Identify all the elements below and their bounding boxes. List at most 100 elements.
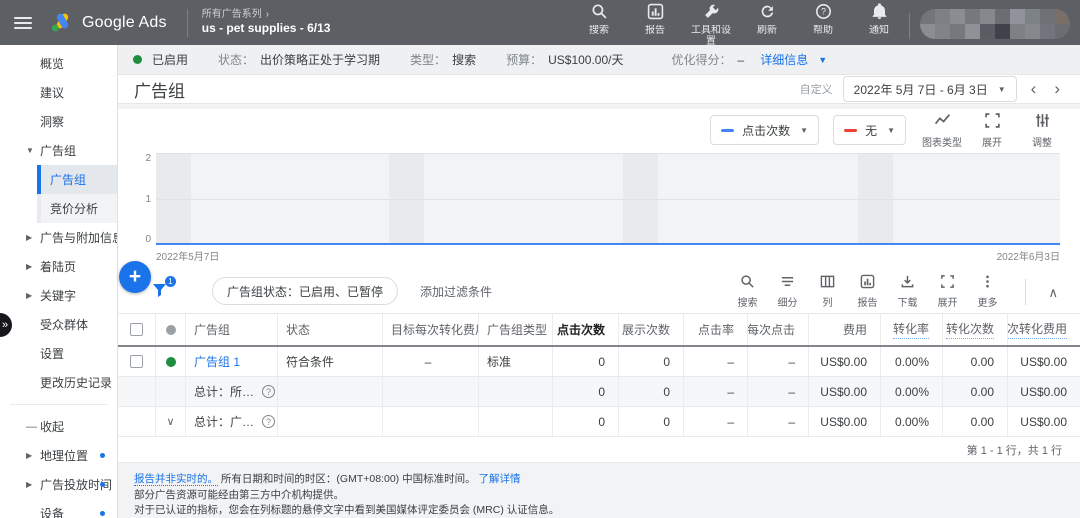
- budget-value: US$100.00/天: [548, 51, 623, 68]
- chevron-down-icon[interactable]: ∨: [166, 415, 174, 428]
- column-header-cost[interactable]: 费用: [809, 314, 881, 345]
- column-header-avg_cpc[interactable]: 平均每次点击: [748, 314, 809, 345]
- chart-tool-调整[interactable]: 调整: [1020, 112, 1064, 149]
- segment-icon: [780, 274, 795, 292]
- sidebar-item-概览[interactable]: 概览: [0, 49, 117, 78]
- breadcrumb-current-campaign[interactable]: us - pet supplies - 6/13: [202, 21, 331, 36]
- metric2-label: 无: [865, 122, 877, 139]
- chart-controls: 点击次数 ▼ 无 ▼ 图表类型展开 调整: [118, 109, 1080, 151]
- topbar-wrench-button[interactable]: 工具和设置: [687, 0, 735, 46]
- topbar-refresh-button[interactable]: 刷新: [743, 0, 791, 36]
- help-icon[interactable]: ?: [262, 415, 275, 428]
- filter-funnel-icon[interactable]: 1: [150, 280, 172, 302]
- topbar-help-button[interactable]: ?帮助: [799, 0, 847, 36]
- details-chevron-down-icon[interactable]: ▼: [818, 55, 827, 65]
- topbar-report-button[interactable]: 报告: [631, 0, 679, 36]
- date-next-button[interactable]: ›: [1050, 79, 1064, 99]
- clicks-cell: 0: [553, 377, 619, 406]
- adgroup-link[interactable]: 广告组 1: [194, 353, 240, 370]
- sidebar-item-广告投放时间[interactable]: ▶广告投放时间: [0, 470, 117, 499]
- table-tool-label: 展开: [937, 294, 957, 309]
- table-tool-下载[interactable]: 下载: [889, 274, 925, 309]
- cost_per_conv-cell: US$0.00: [1008, 377, 1080, 406]
- chart-metric1-dropdown[interactable]: 点击次数 ▼: [710, 115, 819, 145]
- sidebar-item-地理位置[interactable]: ▶地理位置: [0, 441, 117, 470]
- table-tool-列[interactable]: 列: [809, 274, 845, 309]
- account-info-redacted[interactable]: [920, 9, 1070, 39]
- chart-plot-area: [156, 153, 1060, 245]
- details-link[interactable]: 详细信息: [760, 51, 808, 68]
- topbar-bell-button[interactable]: 通知: [855, 0, 903, 36]
- sidebar-item-广告与附加信息[interactable]: ▶广告与附加信息: [0, 223, 117, 252]
- column-header-impressions[interactable]: 展示次数: [619, 314, 684, 345]
- sidebar-item-广告组[interactable]: 广告组: [37, 165, 117, 194]
- column-header-conv_rate[interactable]: 转化率: [881, 314, 943, 345]
- column-header-clicks[interactable]: ↓点击次数: [553, 314, 619, 345]
- help-icon[interactable]: ?: [262, 385, 275, 398]
- table-tool-更多[interactable]: 更多: [969, 274, 1005, 309]
- sidebar-item-设置[interactable]: 设置: [0, 339, 117, 368]
- status-filter-chip[interactable]: 广告组状态：已启用、已暂停: [212, 277, 398, 305]
- help-icon: ?: [815, 3, 832, 23]
- row-checkbox[interactable]: [130, 355, 143, 368]
- sidebar-item-着陆页[interactable]: ▶着陆页: [0, 252, 117, 281]
- column-header-target[interactable]: 目标每次转化费用: [383, 314, 479, 345]
- google-ads-logo[interactable]: Google Ads: [50, 12, 167, 33]
- avg_cpc-cell: –: [748, 407, 809, 436]
- type-label: 类型：: [410, 51, 446, 68]
- add-adgroup-fab-button[interactable]: +: [119, 261, 151, 293]
- column-header-status[interactable]: 状态: [278, 314, 383, 345]
- table-tool-搜索[interactable]: 搜索: [729, 274, 765, 309]
- collapse-table-chevron-up-icon[interactable]: ∧: [1046, 281, 1066, 301]
- learn-more-link[interactable]: 了解详情: [479, 473, 521, 485]
- x-axis-start-label: 2022年5月7日: [156, 248, 219, 263]
- column-header-type[interactable]: 广告组类型: [479, 314, 553, 345]
- type-value: 搜索: [452, 51, 476, 68]
- chart-tool-label: 调整: [1032, 134, 1052, 149]
- impressions-cell: 0: [619, 407, 684, 436]
- avg_cpc-cell: –: [748, 377, 809, 406]
- table-tool-报告[interactable]: 报告: [849, 274, 885, 309]
- column-header-cost_per_conv[interactable]: 每次转化费用: [1008, 314, 1080, 345]
- column-header-ctr[interactable]: 点击率: [684, 314, 748, 345]
- ctr-cell: –: [684, 377, 748, 406]
- sidebar-item-受众群体[interactable]: 受众群体: [0, 310, 117, 339]
- cost_per_conv-cell: US$0.00: [1008, 407, 1080, 436]
- table-tool-label: 搜索: [737, 294, 757, 309]
- chevron-right-icon: ▶: [26, 451, 32, 460]
- column-header-conversions[interactable]: 转化次数: [943, 314, 1008, 345]
- sidebar-item-更改历史记录[interactable]: 更改历史记录: [0, 368, 117, 397]
- not-realtime-link[interactable]: 报告并非实时的。: [134, 473, 218, 486]
- column-header-name[interactable]: 广告组: [186, 314, 278, 345]
- chart-tool-图表类型[interactable]: 图表类型: [920, 112, 964, 149]
- conv_rate-cell: 0.00%: [881, 347, 943, 376]
- minus-icon: —: [26, 421, 37, 433]
- table-row-adgroup: 广告组 1符合条件–标准00––US$0.000.00%0.00US$0.00: [118, 347, 1080, 377]
- sidebar-item-建议[interactable]: 建议: [0, 78, 117, 107]
- impressions-cell: 0: [619, 347, 684, 376]
- sidebar-item-竞价分析[interactable]: 竞价分析: [37, 194, 117, 223]
- chart-tool-label: 展开: [982, 134, 1002, 149]
- date-range-picker[interactable]: 2022年 5月 7日 - 6月 3日 ▼: [843, 76, 1017, 102]
- adgroups-card: 点击次数 ▼ 无 ▼ 图表类型展开调整 210: [118, 109, 1080, 463]
- table-tool-展开[interactable]: 展开: [929, 274, 965, 309]
- sidebar-item-label: 设备: [40, 505, 64, 518]
- breadcrumb-all-campaigns[interactable]: 所有广告系列 ›: [202, 9, 331, 22]
- sidebar-item-设备[interactable]: 设备: [0, 499, 117, 518]
- sidebar-item-收起[interactable]: —收起: [0, 412, 117, 441]
- sidebar-item-洞察[interactable]: 洞察: [0, 107, 117, 136]
- date-prev-button[interactable]: ‹: [1027, 79, 1041, 99]
- menu-icon[interactable]: [14, 17, 32, 29]
- timezone-text: 所有日期和时间的时区：(GMT+08:00) 中国标准时间。: [221, 473, 476, 485]
- select-all-checkbox[interactable]: [130, 323, 143, 336]
- topbar-search-button[interactable]: 搜索: [575, 0, 623, 36]
- refresh-icon: [759, 3, 776, 23]
- chart-tool-展开[interactable]: 展开: [970, 112, 1014, 149]
- table-tool-细分[interactable]: 细分: [769, 274, 805, 309]
- conversions-cell: 0.00: [943, 377, 1008, 406]
- sidebar-item-广告组[interactable]: ▼广告组: [0, 136, 117, 165]
- sidebar-item-关键字[interactable]: ▶关键字: [0, 281, 117, 310]
- chart-metric2-dropdown[interactable]: 无 ▼: [833, 115, 906, 145]
- add-filter-button[interactable]: 添加过滤条件: [420, 283, 492, 300]
- svg-text:?: ?: [820, 6, 825, 16]
